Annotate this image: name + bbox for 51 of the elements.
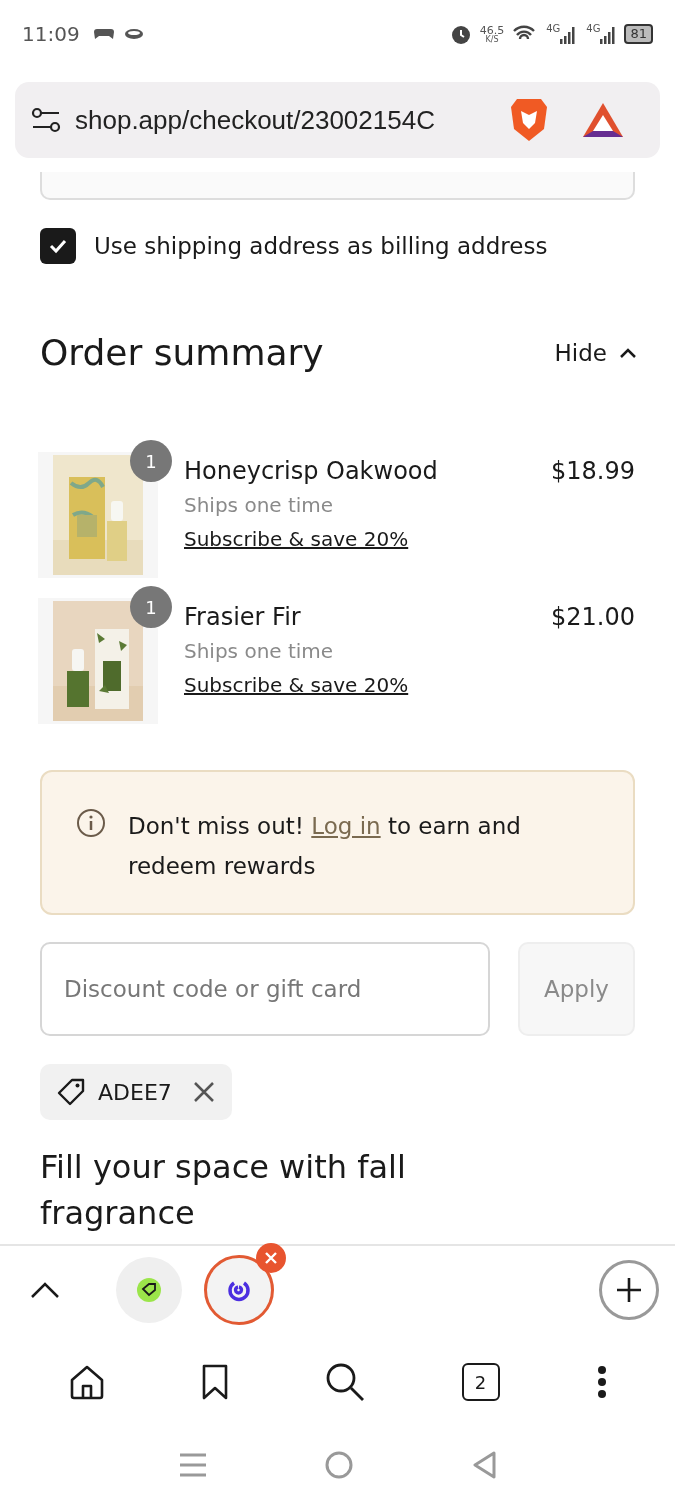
chevron-up-icon[interactable] bbox=[30, 1281, 60, 1299]
network-text: 4G bbox=[546, 24, 561, 34]
alarm-icon bbox=[449, 23, 472, 45]
new-tab-button[interactable] bbox=[599, 1260, 659, 1320]
close-icon[interactable] bbox=[256, 1243, 286, 1273]
subscribe-link[interactable]: Subscribe & save 20% bbox=[184, 668, 409, 702]
lion-shield-icon[interactable] bbox=[509, 97, 549, 143]
clock-text: 11:09 bbox=[22, 21, 80, 48]
back-icon[interactable] bbox=[471, 1451, 496, 1479]
home-button-icon[interactable] bbox=[324, 1451, 353, 1479]
shipping-text: Ships one time bbox=[184, 638, 335, 665]
network-text: 4G bbox=[586, 24, 601, 34]
url-text[interactable]: shop.app/checkout/23002154C bbox=[75, 100, 495, 140]
product-name: Frasier Fir bbox=[184, 602, 302, 633]
section-heading: Fill your space with fall fragrance bbox=[40, 1147, 407, 1234]
address-bar[interactable]: shop.app/checkout/23002154C bbox=[15, 82, 660, 158]
remove-icon[interactable] bbox=[191, 1080, 216, 1104]
tag-icon bbox=[136, 1277, 162, 1303]
section-title: Order summary bbox=[40, 331, 324, 375]
signal-icon bbox=[560, 26, 577, 44]
hide-toggle[interactable]: Hide bbox=[554, 335, 637, 371]
signal-icon bbox=[600, 26, 617, 44]
speed-text: 46.5 bbox=[479, 24, 505, 36]
info-icon bbox=[76, 808, 106, 838]
product-price: $18.99 bbox=[551, 456, 635, 487]
chevron-icon bbox=[619, 347, 637, 359]
discount-code: ADEE7 bbox=[98, 1078, 172, 1107]
disc-icon bbox=[123, 28, 144, 40]
triangle-icon[interactable] bbox=[581, 101, 625, 139]
battery-indicator: 81 bbox=[624, 24, 653, 44]
tab-counter[interactable]: 2 bbox=[461, 1363, 500, 1401]
shipping-text: Ships one time bbox=[184, 492, 335, 519]
subscribe-link[interactable]: Subscribe & save 20% bbox=[184, 522, 409, 556]
input-field[interactable] bbox=[40, 172, 635, 200]
menu-icon[interactable] bbox=[596, 1365, 607, 1399]
checkbox-label: Use shipping address as billing address bbox=[94, 231, 548, 261]
sliders-icon[interactable] bbox=[31, 107, 61, 133]
discount-field[interactable]: Discount code or gift card bbox=[40, 942, 490, 1036]
tag-icon bbox=[56, 1077, 86, 1107]
product-name: Honeycrisp Oakwood bbox=[184, 456, 439, 487]
checkbox[interactable] bbox=[40, 228, 76, 264]
search-icon[interactable] bbox=[324, 1362, 365, 1402]
product-price: $21.00 bbox=[551, 602, 635, 633]
quantity-badge: 1 bbox=[130, 586, 172, 628]
plus-icon bbox=[616, 1277, 642, 1303]
speed-unit-text: K/S bbox=[485, 35, 499, 44]
home-icon[interactable] bbox=[68, 1364, 105, 1400]
login-link[interactable]: Log in bbox=[311, 813, 381, 839]
notice-text: Don't miss out! Log in to earn and redeem rewards bbox=[128, 812, 522, 881]
quantity-badge: 1 bbox=[130, 440, 172, 482]
bookmark-icon[interactable] bbox=[201, 1364, 228, 1400]
